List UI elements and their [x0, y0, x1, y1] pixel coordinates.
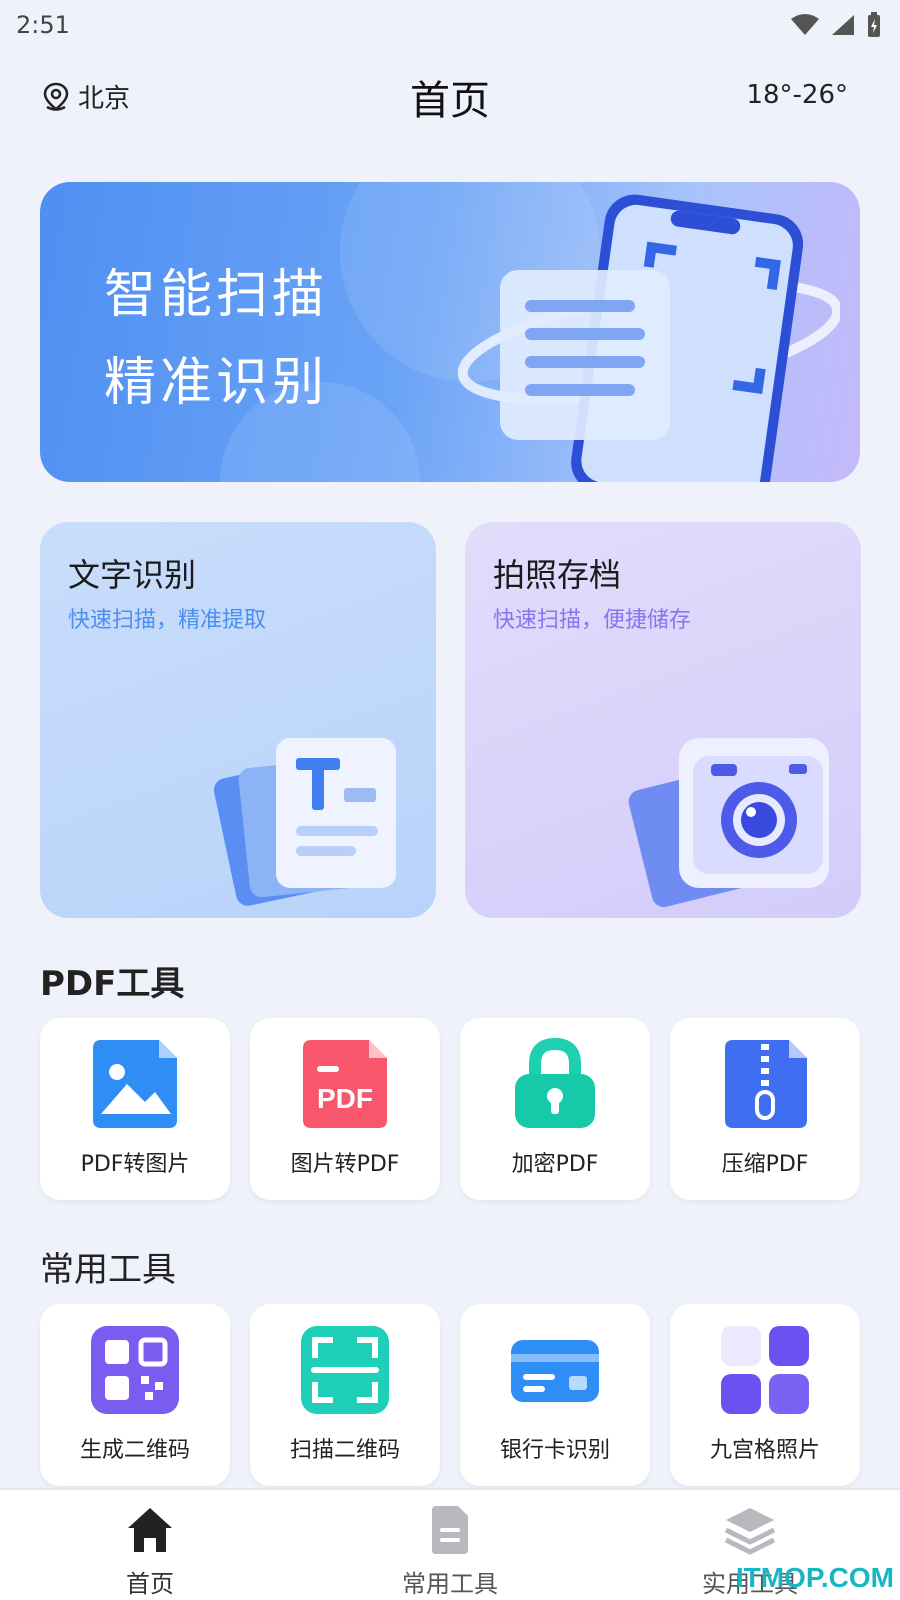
pdf-file-icon: PDF [303, 1040, 387, 1128]
lock-icon [515, 1038, 595, 1128]
tool-label: PDF转图片 [80, 1152, 190, 1177]
svg-text:PDF: PDF [317, 1083, 373, 1114]
text-document-icon [213, 738, 396, 906]
encrypt-pdf-button[interactable]: 加密PDF [460, 1018, 650, 1200]
header: 北京 首页 18°-26° [0, 62, 900, 132]
scan-qr-button[interactable]: 扫描二维码 [250, 1304, 440, 1486]
tool-label: 生成二维码 [79, 1438, 190, 1463]
tool-label: 银行卡识别 [499, 1438, 610, 1463]
nav-label: 首页 [126, 1570, 174, 1598]
status-icons [790, 12, 882, 38]
battery-icon [868, 12, 880, 37]
wifi-icon [791, 14, 819, 35]
zip-file-icon [725, 1040, 807, 1128]
compress-pdf-button[interactable]: 压缩PDF [670, 1018, 860, 1200]
banner-subheadline: 精准识别 [104, 353, 329, 413]
feature-subtitle: 快速扫描，便捷储存 [493, 608, 692, 633]
generate-qr-button[interactable]: 生成二维码 [40, 1304, 230, 1486]
phone-scan-illustration [457, 194, 840, 482]
qr-code-icon [91, 1326, 179, 1414]
feature-subtitle: 快速扫描，精准提取 [68, 608, 267, 633]
home-icon [128, 1508, 172, 1552]
bank-card-recognition-button[interactable]: 银行卡识别 [460, 1304, 650, 1486]
watermark: ITMOP.COM [735, 1562, 894, 1593]
photo-archive-card[interactable]: 拍照存档 快速扫描，便捷储存 [465, 522, 861, 918]
document-icon [432, 1506, 468, 1554]
common-tools-heading: 常用工具 [40, 1250, 176, 1290]
tool-label: 图片转PDF [290, 1152, 400, 1177]
nav-home[interactable]: 首页 [0, 1490, 300, 1600]
pdf-to-image-button[interactable]: PDF转图片 [40, 1018, 230, 1200]
signal-icon [832, 15, 854, 35]
weather-readout: 18°-26° [746, 80, 848, 110]
tool-label: 九宫格照片 [709, 1438, 820, 1463]
hero-banner[interactable]: 智能扫描 精准识别 [40, 182, 860, 482]
tool-label: 扫描二维码 [289, 1438, 400, 1463]
feature-title: 文字识别 [68, 556, 197, 594]
tool-label: 压缩PDF [721, 1152, 809, 1177]
status-bar: 2:51 [0, 0, 900, 50]
image-file-icon [93, 1040, 177, 1128]
scan-frame-icon [301, 1326, 389, 1414]
status-time: 2:51 [16, 11, 70, 39]
nav-common-tools[interactable]: 常用工具 [300, 1490, 600, 1600]
layers-icon [724, 1508, 776, 1555]
pdf-tools-heading: PDF工具 [40, 964, 185, 1004]
bank-card-icon [511, 1340, 599, 1402]
text-recognition-card[interactable]: 文字识别 快速扫描，精准提取 [40, 522, 436, 918]
banner-headline: 智能扫描 [104, 265, 329, 325]
camera-icon [628, 738, 829, 907]
tool-label: 加密PDF [511, 1152, 599, 1177]
bottom-nav: 首页 常用工具 实用工具 ITMOP.COM [0, 1488, 900, 1600]
image-to-pdf-button[interactable]: PDF 图片转PDF [250, 1018, 440, 1200]
grid-icon [721, 1326, 809, 1414]
feature-title: 拍照存档 [493, 556, 622, 594]
nav-label: 常用工具 [402, 1570, 498, 1598]
grid-photo-button[interactable]: 九宫格照片 [670, 1304, 860, 1486]
